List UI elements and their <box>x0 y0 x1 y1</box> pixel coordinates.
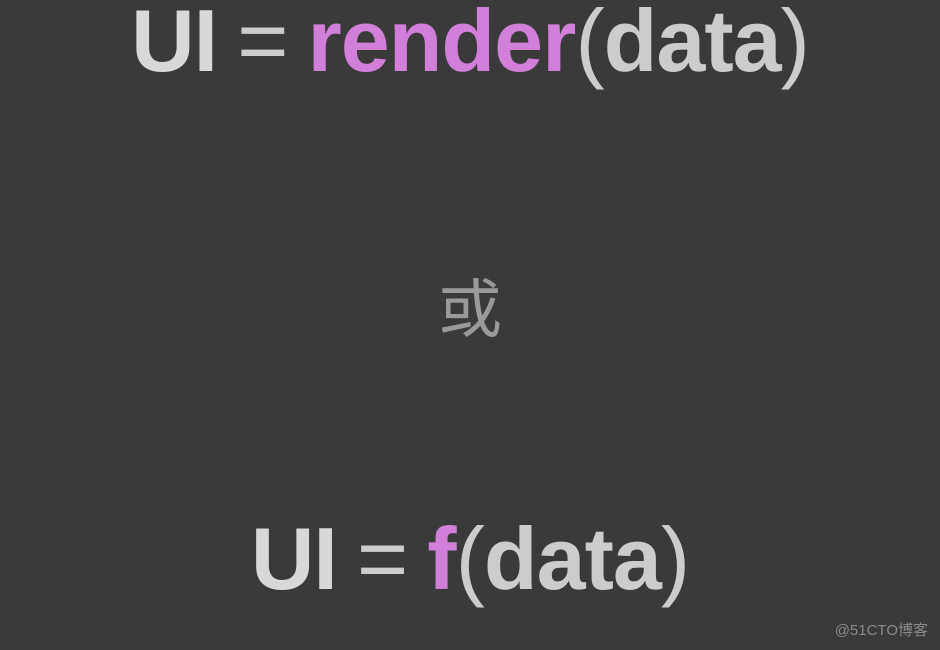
token-argument-data: data <box>604 0 781 92</box>
token-argument-data: data <box>484 508 661 610</box>
equation-f: UI = f ( data ) <box>251 508 689 610</box>
token-paren-close: ) <box>781 0 809 92</box>
token-equals: = <box>237 0 287 92</box>
watermark-label: @51CTO博客 <box>835 619 928 640</box>
equation-render: UI = render ( data ) <box>131 0 809 92</box>
token-paren-open: ( <box>575 0 603 92</box>
token-equals: = <box>357 508 407 610</box>
token-paren-close: ) <box>661 508 689 610</box>
token-ui: UI <box>251 508 337 610</box>
token-function-render: render <box>307 0 575 92</box>
separator-or: 或 <box>438 259 502 351</box>
token-ui: UI <box>131 0 217 92</box>
token-function-f: f <box>427 508 455 610</box>
token-paren-open: ( <box>456 508 484 610</box>
